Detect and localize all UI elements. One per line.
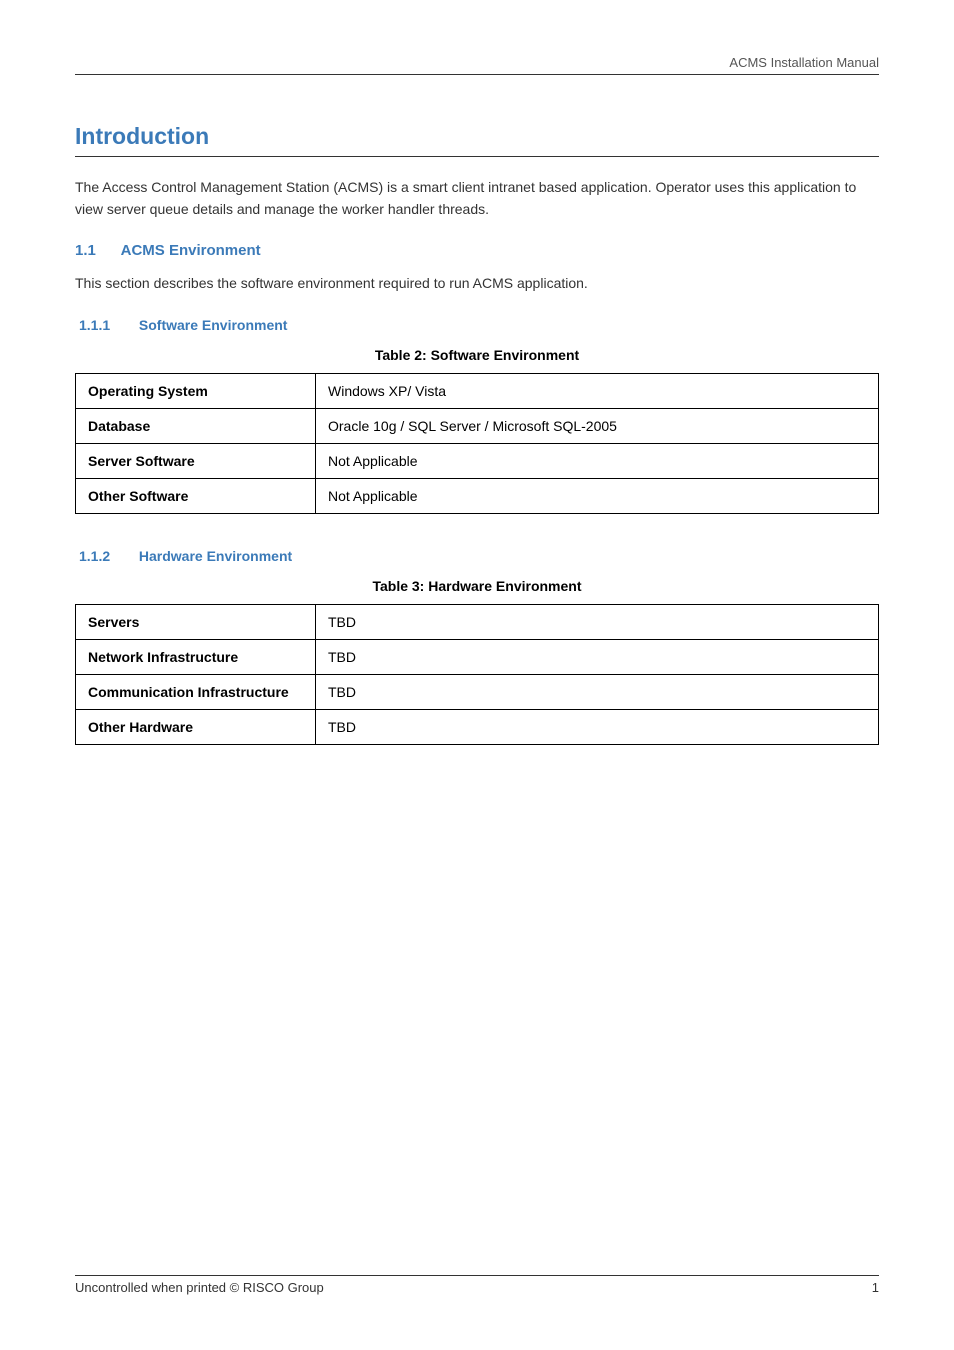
acms-env-num: 1.1: [75, 242, 117, 259]
cell-value: Not Applicable: [316, 444, 879, 479]
table-row: Operating System Windows XP/ Vista: [76, 374, 879, 409]
intro-paragraph: The Access Control Management Station (A…: [75, 177, 879, 220]
cell-label: Communication Infrastructure: [76, 675, 316, 710]
table-row: Servers TBD: [76, 605, 879, 640]
cell-label: Other Hardware: [76, 710, 316, 745]
hardware-env-table: Servers TBD Network Infrastructure TBD C…: [75, 604, 879, 745]
intro-heading: Introduction: [75, 123, 879, 157]
cell-value: TBD: [316, 640, 879, 675]
cell-label: Network Infrastructure: [76, 640, 316, 675]
acms-env-heading: 1.1 ACMS Environment: [75, 242, 879, 259]
hardware-env-heading: 1.1.2 Hardware Environment: [75, 548, 879, 564]
footer-left: Uncontrolled when printed © RISCO Group: [75, 1280, 324, 1295]
cell-label: Servers: [76, 605, 316, 640]
table-row: Server Software Not Applicable: [76, 444, 879, 479]
cell-label: Operating System: [76, 374, 316, 409]
footer-page-number: 1: [872, 1280, 879, 1295]
software-env-title: Software Environment: [139, 317, 288, 333]
software-env-table: Operating System Windows XP/ Vista Datab…: [75, 373, 879, 514]
cell-label: Database: [76, 409, 316, 444]
software-table-caption: Table 2: Software Environment: [75, 347, 879, 363]
acms-env-title: ACMS Environment: [121, 242, 261, 259]
cell-label: Other Software: [76, 479, 316, 514]
table-row: Other Hardware TBD: [76, 710, 879, 745]
page-footer: Uncontrolled when printed © RISCO Group …: [75, 1275, 879, 1295]
software-env-num: 1.1.1: [79, 317, 135, 333]
cell-value: Windows XP/ Vista: [316, 374, 879, 409]
cell-value: TBD: [316, 605, 879, 640]
hardware-env-num: 1.1.2: [79, 548, 135, 564]
cell-label: Server Software: [76, 444, 316, 479]
cell-value: TBD: [316, 710, 879, 745]
table-row: Communication Infrastructure TBD: [76, 675, 879, 710]
page-header: ACMS Installation Manual: [75, 55, 879, 75]
software-env-heading: 1.1.1 Software Environment: [75, 317, 879, 333]
table-row: Other Software Not Applicable: [76, 479, 879, 514]
hardware-table-caption: Table 3: Hardware Environment: [75, 578, 879, 594]
header-title: ACMS Installation Manual: [729, 55, 879, 70]
acms-env-paragraph: This section describes the software envi…: [75, 273, 879, 295]
table-row: Database Oracle 10g / SQL Server / Micro…: [76, 409, 879, 444]
hardware-env-title: Hardware Environment: [139, 548, 292, 564]
table-row: Network Infrastructure TBD: [76, 640, 879, 675]
cell-value: Not Applicable: [316, 479, 879, 514]
cell-value: TBD: [316, 675, 879, 710]
cell-value: Oracle 10g / SQL Server / Microsoft SQL-…: [316, 409, 879, 444]
